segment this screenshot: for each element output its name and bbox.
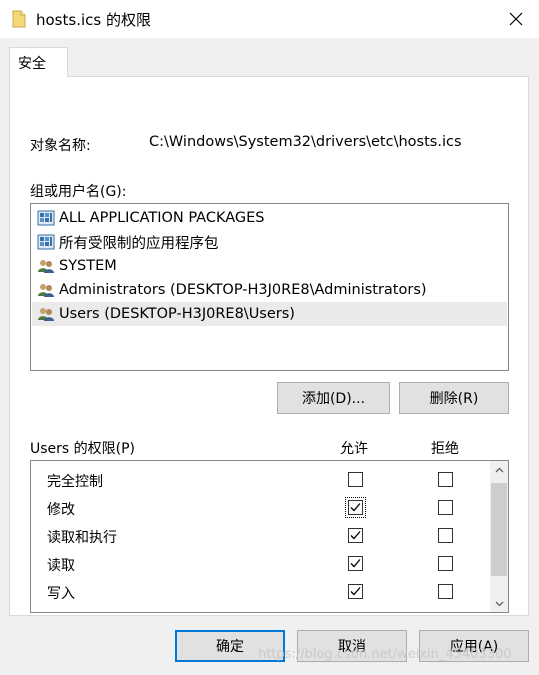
object-name-label: 对象名称: — [30, 138, 91, 154]
object-path: C:\Windows\System32\drivers\etc\hosts.ic… — [149, 134, 462, 150]
check-icon — [350, 559, 361, 568]
group-name: ALL APPLICATION PACKAGES — [59, 210, 265, 226]
group-name: Users (DESKTOP-H3J0RE8\Users) — [59, 306, 295, 322]
scroll-up-button[interactable] — [490, 461, 508, 478]
check-icon — [350, 587, 361, 596]
group-name: 所有受限制的应用程序包 — [59, 235, 219, 252]
deny-checkbox[interactable] — [438, 584, 453, 599]
permission-name: 完全控制 — [47, 474, 103, 490]
add-button[interactable]: 添加(D)... — [277, 382, 390, 414]
permission-row: 读取和执行 — [31, 523, 491, 551]
allow-checkbox[interactable] — [348, 472, 363, 487]
allow-checkbox[interactable] — [345, 497, 366, 518]
scroll-down-button[interactable] — [490, 595, 508, 612]
title-bar: hosts.ics 的权限 — [0, 0, 539, 38]
remove-button[interactable]: 删除(R) — [399, 382, 509, 414]
users-group-icon — [38, 308, 54, 321]
allow-header: 允许 — [340, 441, 368, 457]
permission-row: 修改 — [31, 495, 491, 523]
deny-checkbox[interactable] — [438, 472, 453, 487]
permission-row: 完全控制 — [31, 467, 491, 495]
group-name: Administrators (DESKTOP-H3J0RE8\Administ… — [59, 282, 427, 298]
allow-checkbox[interactable] — [348, 584, 363, 599]
permissions-label: Users 的权限(P) — [30, 441, 136, 457]
list-item[interactable]: Administrators (DESKTOP-H3J0RE8\Administ… — [32, 278, 507, 302]
scroll-thumb[interactable] — [491, 483, 507, 576]
permission-name: 读取和执行 — [47, 530, 117, 546]
check-icon — [350, 503, 361, 512]
permission-row: 读取 — [31, 551, 491, 579]
close-icon — [509, 12, 523, 26]
deny-checkbox[interactable] — [438, 556, 453, 571]
permission-name: 读取 — [47, 558, 75, 574]
close-button[interactable] — [493, 0, 539, 38]
window-title: hosts.ics 的权限 — [36, 11, 151, 29]
deny-header: 拒绝 — [431, 441, 459, 457]
chevron-down-icon — [495, 601, 503, 606]
tab-security[interactable]: 安全 — [9, 47, 68, 77]
list-item[interactable]: 所有受限制的应用程序包 — [32, 230, 507, 254]
permissions-list: 完全控制 修改 读取和执行 读取 写入 — [30, 460, 509, 613]
permission-name: 修改 — [47, 502, 75, 518]
vertical-scrollbar[interactable] — [490, 461, 508, 612]
check-icon — [350, 531, 361, 540]
users-group-icon — [38, 260, 54, 273]
permission-row: 写入 — [31, 579, 491, 607]
file-icon — [12, 10, 26, 28]
chevron-up-icon — [495, 467, 503, 472]
allow-checkbox[interactable] — [348, 528, 363, 543]
watermark: https://blog.csdn.net/weixin_45403300 — [258, 647, 512, 662]
list-item[interactable]: SYSTEM — [32, 254, 507, 278]
security-panel: 对象名称: C:\Windows\System32\drivers\etc\ho… — [9, 76, 529, 616]
deny-checkbox[interactable] — [438, 528, 453, 543]
app-package-icon — [37, 234, 55, 250]
list-item[interactable]: ALL APPLICATION PACKAGES — [32, 206, 507, 230]
groups-list[interactable]: ALL APPLICATION PACKAGES 所有受限制的应用程序包 SYS… — [30, 203, 509, 371]
users-group-icon — [38, 284, 54, 297]
dialog-body: 安全 对象名称: C:\Windows\System32\drivers\etc… — [0, 38, 539, 675]
deny-checkbox[interactable] — [438, 500, 453, 515]
allow-checkbox[interactable] — [348, 556, 363, 571]
app-package-icon — [37, 210, 55, 226]
list-item[interactable]: Users (DESKTOP-H3J0RE8\Users) — [32, 302, 507, 326]
groups-label: 组或用户名(G): — [30, 184, 127, 200]
group-name: SYSTEM — [59, 258, 117, 274]
permission-name: 写入 — [47, 586, 75, 602]
